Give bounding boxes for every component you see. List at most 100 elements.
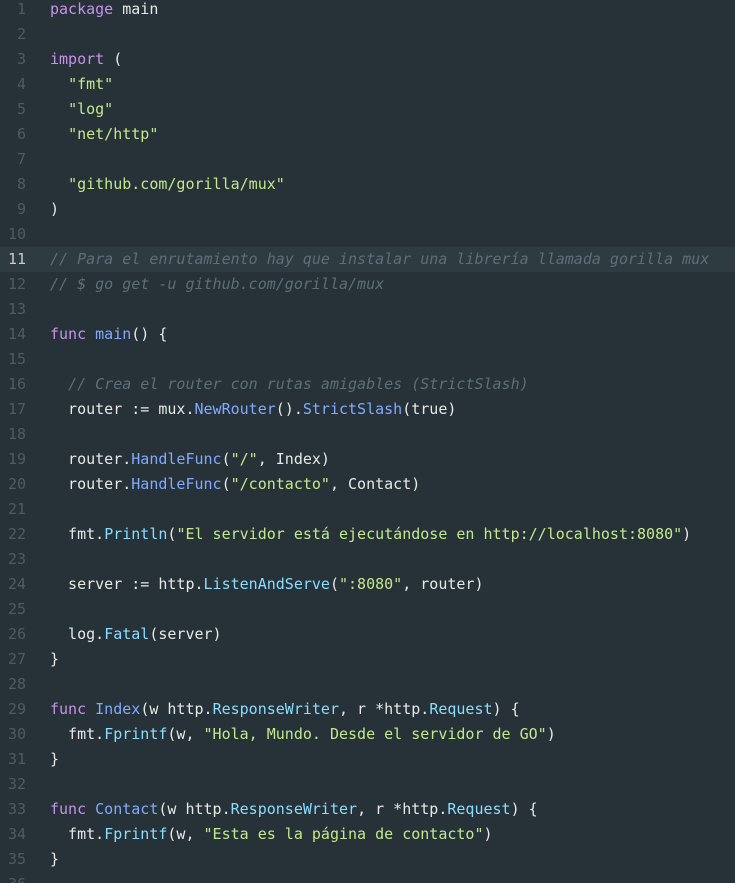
code-token: Request [429, 700, 493, 718]
line-number: 33 [7, 800, 26, 818]
code-line[interactable]: 12 // $ go get -u github.com/gorilla/mux [0, 272, 735, 297]
code-token: (w http. [158, 800, 231, 818]
code-line[interactable]: 34 fmt.Fprintf(w, "Esta es la página de … [0, 822, 735, 847]
code-token: "El servidor está ejecutándose en http:/… [176, 525, 683, 543]
code-line[interactable]: 4 "fmt" [0, 72, 735, 97]
code-line[interactable]: 2 [0, 22, 735, 47]
line-number: 5 [16, 100, 26, 118]
line-number: 6 [16, 125, 26, 143]
code-text: fmt.Fprintf(w, "Hola, Mundo. Desde el se… [50, 722, 556, 747]
code-line[interactable]: 21 [0, 497, 735, 522]
code-line[interactable]: 27} [0, 647, 735, 672]
code-line[interactable]: 13 [0, 297, 735, 322]
code-text: router.HandleFunc("/", Index) [50, 447, 330, 472]
code-token: HandleFunc [131, 450, 222, 468]
code-line[interactable]: 17 router := mux.NewRouter().StrictSlash… [0, 397, 735, 422]
line-number: 3 [16, 50, 26, 68]
code-token: ) [682, 525, 692, 543]
code-line[interactable]: 7 [0, 147, 735, 172]
code-token: Contact [95, 800, 159, 818]
code-text: server := http.ListenAndServe(":8080", r… [50, 572, 483, 597]
code-line[interactable]: 30 fmt.Fprintf(w, "Hola, Mundo. Desde el… [0, 722, 735, 747]
code-text: // Para el enrutamiento hay que instalar… [50, 247, 709, 272]
line-number: 30 [7, 725, 26, 743]
code-line[interactable]: 19 router.HandleFunc("/", Index) [0, 447, 735, 472]
code-token: package [50, 0, 114, 18]
code-line[interactable]: 35} [0, 847, 735, 872]
code-token: "Esta es la página de contacto" [203, 825, 484, 843]
code-line[interactable]: 31} [0, 747, 735, 772]
code-token: ( [221, 475, 231, 493]
code-token: ResponseWriter [230, 800, 358, 818]
code-editor[interactable]: 1 package main 2 3 import (4 "fmt" 5 "log" 6 "… [0, 0, 735, 883]
code-token: ) [546, 725, 556, 743]
line-number: 16 [7, 375, 26, 393]
code-token: fmt. [50, 825, 105, 843]
code-token: (true) [402, 400, 457, 418]
code-token: router. [50, 475, 132, 493]
code-line[interactable]: 9) [0, 197, 735, 222]
code-token: (w, [167, 725, 204, 743]
code-text: fmt.Println("El servidor está ejecutándo… [50, 522, 691, 547]
line-number: 13 [7, 300, 26, 318]
code-line[interactable]: 20 router.HandleFunc("/contacto", Contac… [0, 472, 735, 497]
code-token: server := http. [50, 575, 204, 593]
code-line[interactable]: 32 [0, 772, 735, 797]
line-number: 22 [7, 525, 26, 543]
code-text: "log" [50, 97, 113, 122]
code-token: NewRouter [194, 400, 276, 418]
code-text: "net/http" [50, 122, 158, 147]
code-token: , r *http. [339, 700, 430, 718]
code-line[interactable]: 25 [0, 597, 735, 622]
line-number: 4 [16, 75, 26, 93]
code-token: ( [221, 450, 231, 468]
code-line[interactable]: 26 log.Fatal(server) [0, 622, 735, 647]
code-token: func [50, 800, 87, 818]
code-text: func main() { [50, 322, 167, 347]
code-line[interactable]: 11 // Para el enrutamiento hay que instal… [0, 247, 735, 272]
code-line[interactable]: 14 func main() { [0, 322, 735, 347]
line-number: 1 [16, 0, 26, 18]
code-text: func Index(w http.ResponseWriter, r *htt… [50, 697, 520, 722]
code-token: "Hola, Mundo. Desde el servidor de GO" [203, 725, 547, 743]
code-token: router. [50, 450, 132, 468]
code-token: main [95, 325, 132, 343]
code-token: Fprintf [104, 825, 168, 843]
code-line[interactable]: 8 "github.com/gorilla/mux" [0, 172, 735, 197]
code-text: import ( [50, 47, 122, 72]
code-text: package main [50, 0, 158, 22]
code-line[interactable]: 18 [0, 422, 735, 447]
code-line[interactable]: 1 package main [0, 0, 735, 22]
code-text: "github.com/gorilla/mux" [50, 172, 285, 197]
code-token: router := mux. [50, 400, 195, 418]
code-line[interactable]: 5 "log" [0, 97, 735, 122]
line-number: 9 [16, 200, 26, 218]
code-text: func Contact(w http.ResponseWriter, r *h… [50, 797, 538, 822]
code-token: () { [131, 325, 168, 343]
line-number: 28 [7, 675, 26, 693]
code-text: // $ go get -u github.com/gorilla/mux [50, 272, 384, 297]
code-token: } [50, 850, 60, 868]
code-line[interactable]: 33 func Contact(w http.ResponseWriter, r … [0, 797, 735, 822]
code-token: ) [50, 200, 60, 218]
line-number: 12 [7, 275, 26, 293]
code-line[interactable]: 15 [0, 347, 735, 372]
line-number: 32 [7, 775, 26, 793]
code-line[interactable]: 36 [0, 872, 735, 883]
code-text: // Crea el router con rutas amigables (S… [50, 372, 529, 397]
code-line[interactable]: 3 import ( [0, 47, 735, 72]
code-line[interactable]: 22 fmt.Println("El servidor está ejecutá… [0, 522, 735, 547]
code-line[interactable]: 29 func Index(w http.ResponseWriter, r *h… [0, 697, 735, 722]
code-line[interactable]: 6 "net/http" [0, 122, 735, 147]
code-line[interactable]: 10 [0, 222, 735, 247]
code-line[interactable]: 28 [0, 672, 735, 697]
line-number: 20 [7, 475, 26, 493]
code-line[interactable]: 24 server := http.ListenAndServe(":8080"… [0, 572, 735, 597]
line-number: 14 [7, 325, 26, 343]
line-number: 2 [16, 25, 26, 43]
code-line[interactable]: 16 // Crea el router con rutas amigables… [0, 372, 735, 397]
line-number: 23 [7, 550, 26, 568]
code-line[interactable]: 23 [0, 547, 735, 572]
